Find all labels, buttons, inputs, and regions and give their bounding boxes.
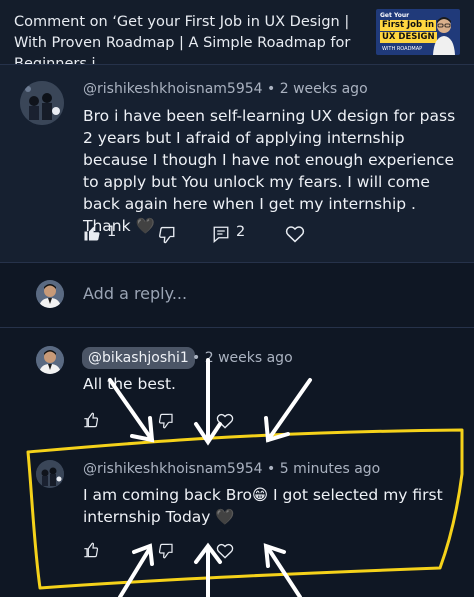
like-count: 1 (107, 224, 117, 240)
avatar[interactable] (20, 81, 64, 125)
thumbnail-caption-bottom: WITH ROADMAP (382, 46, 423, 52)
reply-time: 2 weeks ago (204, 350, 293, 366)
reply-avatar-image (36, 346, 64, 374)
user-avatar-image (36, 280, 64, 308)
reply-count: 2 (236, 224, 246, 240)
reply-divider (0, 327, 474, 328)
comment-time: 2 weeks ago (279, 81, 368, 97)
reply-avatar[interactable] (36, 460, 64, 488)
reply-avatar[interactable] (36, 346, 64, 374)
reply-author[interactable]: @rishikeshkhoisnam5954 (83, 461, 263, 477)
reply-time: 5 minutes ago (279, 461, 381, 477)
video-thumbnail[interactable]: Get Your First Job in UX DESIGN WITH ROA… (376, 9, 460, 55)
reply-text: All the best. (83, 375, 176, 393)
comment-icon[interactable] (212, 225, 230, 243)
reply-meta: @rishikeshkhoisnam5954 • 5 minutes ago (83, 461, 380, 477)
comment-meta: @rishikeshkhoisnam5954 • 2 weeks ago (83, 81, 368, 97)
reply-meta: • 2 weeks ago (192, 350, 293, 366)
thumbs-up-icon[interactable] (83, 412, 99, 428)
thumbs-down-icon[interactable] (158, 226, 176, 244)
comment-author[interactable]: @rishikeshkhoisnam5954 (83, 81, 263, 97)
thumbs-up-icon[interactable] (83, 542, 99, 558)
reply-text: I am coming back Bro😁 I got selected my … (83, 486, 443, 526)
heart-icon[interactable] (216, 412, 234, 429)
thumbnail-person (433, 17, 455, 55)
meta-separator: • (192, 350, 205, 366)
main-divider (0, 262, 474, 263)
avatar-image (20, 81, 64, 125)
heart-icon[interactable] (285, 224, 305, 243)
reply-avatar-image (36, 460, 64, 488)
thumbnail-line1: First Job in (380, 20, 437, 31)
comment-text: Bro i have been self-learning UX design … (83, 107, 456, 235)
arrow-bottom-left-up (118, 543, 154, 597)
reply-author-chip[interactable]: @bikashjoshi1 (82, 347, 195, 369)
comments-header: Comment on ‘Get your First Job in UX Des… (0, 0, 474, 72)
meta-separator: • (267, 461, 280, 477)
thumbs-down-icon[interactable] (158, 543, 174, 559)
thumbnail-line2: UX DESIGN (380, 32, 437, 43)
user-avatar[interactable] (36, 280, 64, 308)
meta-separator: • (267, 81, 280, 97)
heart-icon[interactable] (216, 542, 234, 559)
thumbs-up-icon[interactable] (83, 224, 101, 242)
thumbnail-caption-top: Get Your (380, 12, 410, 19)
reply-input[interactable]: Add a reply... (83, 284, 187, 303)
arrow-bottom-right-up (263, 543, 302, 597)
thumbs-down-icon[interactable] (158, 413, 174, 429)
